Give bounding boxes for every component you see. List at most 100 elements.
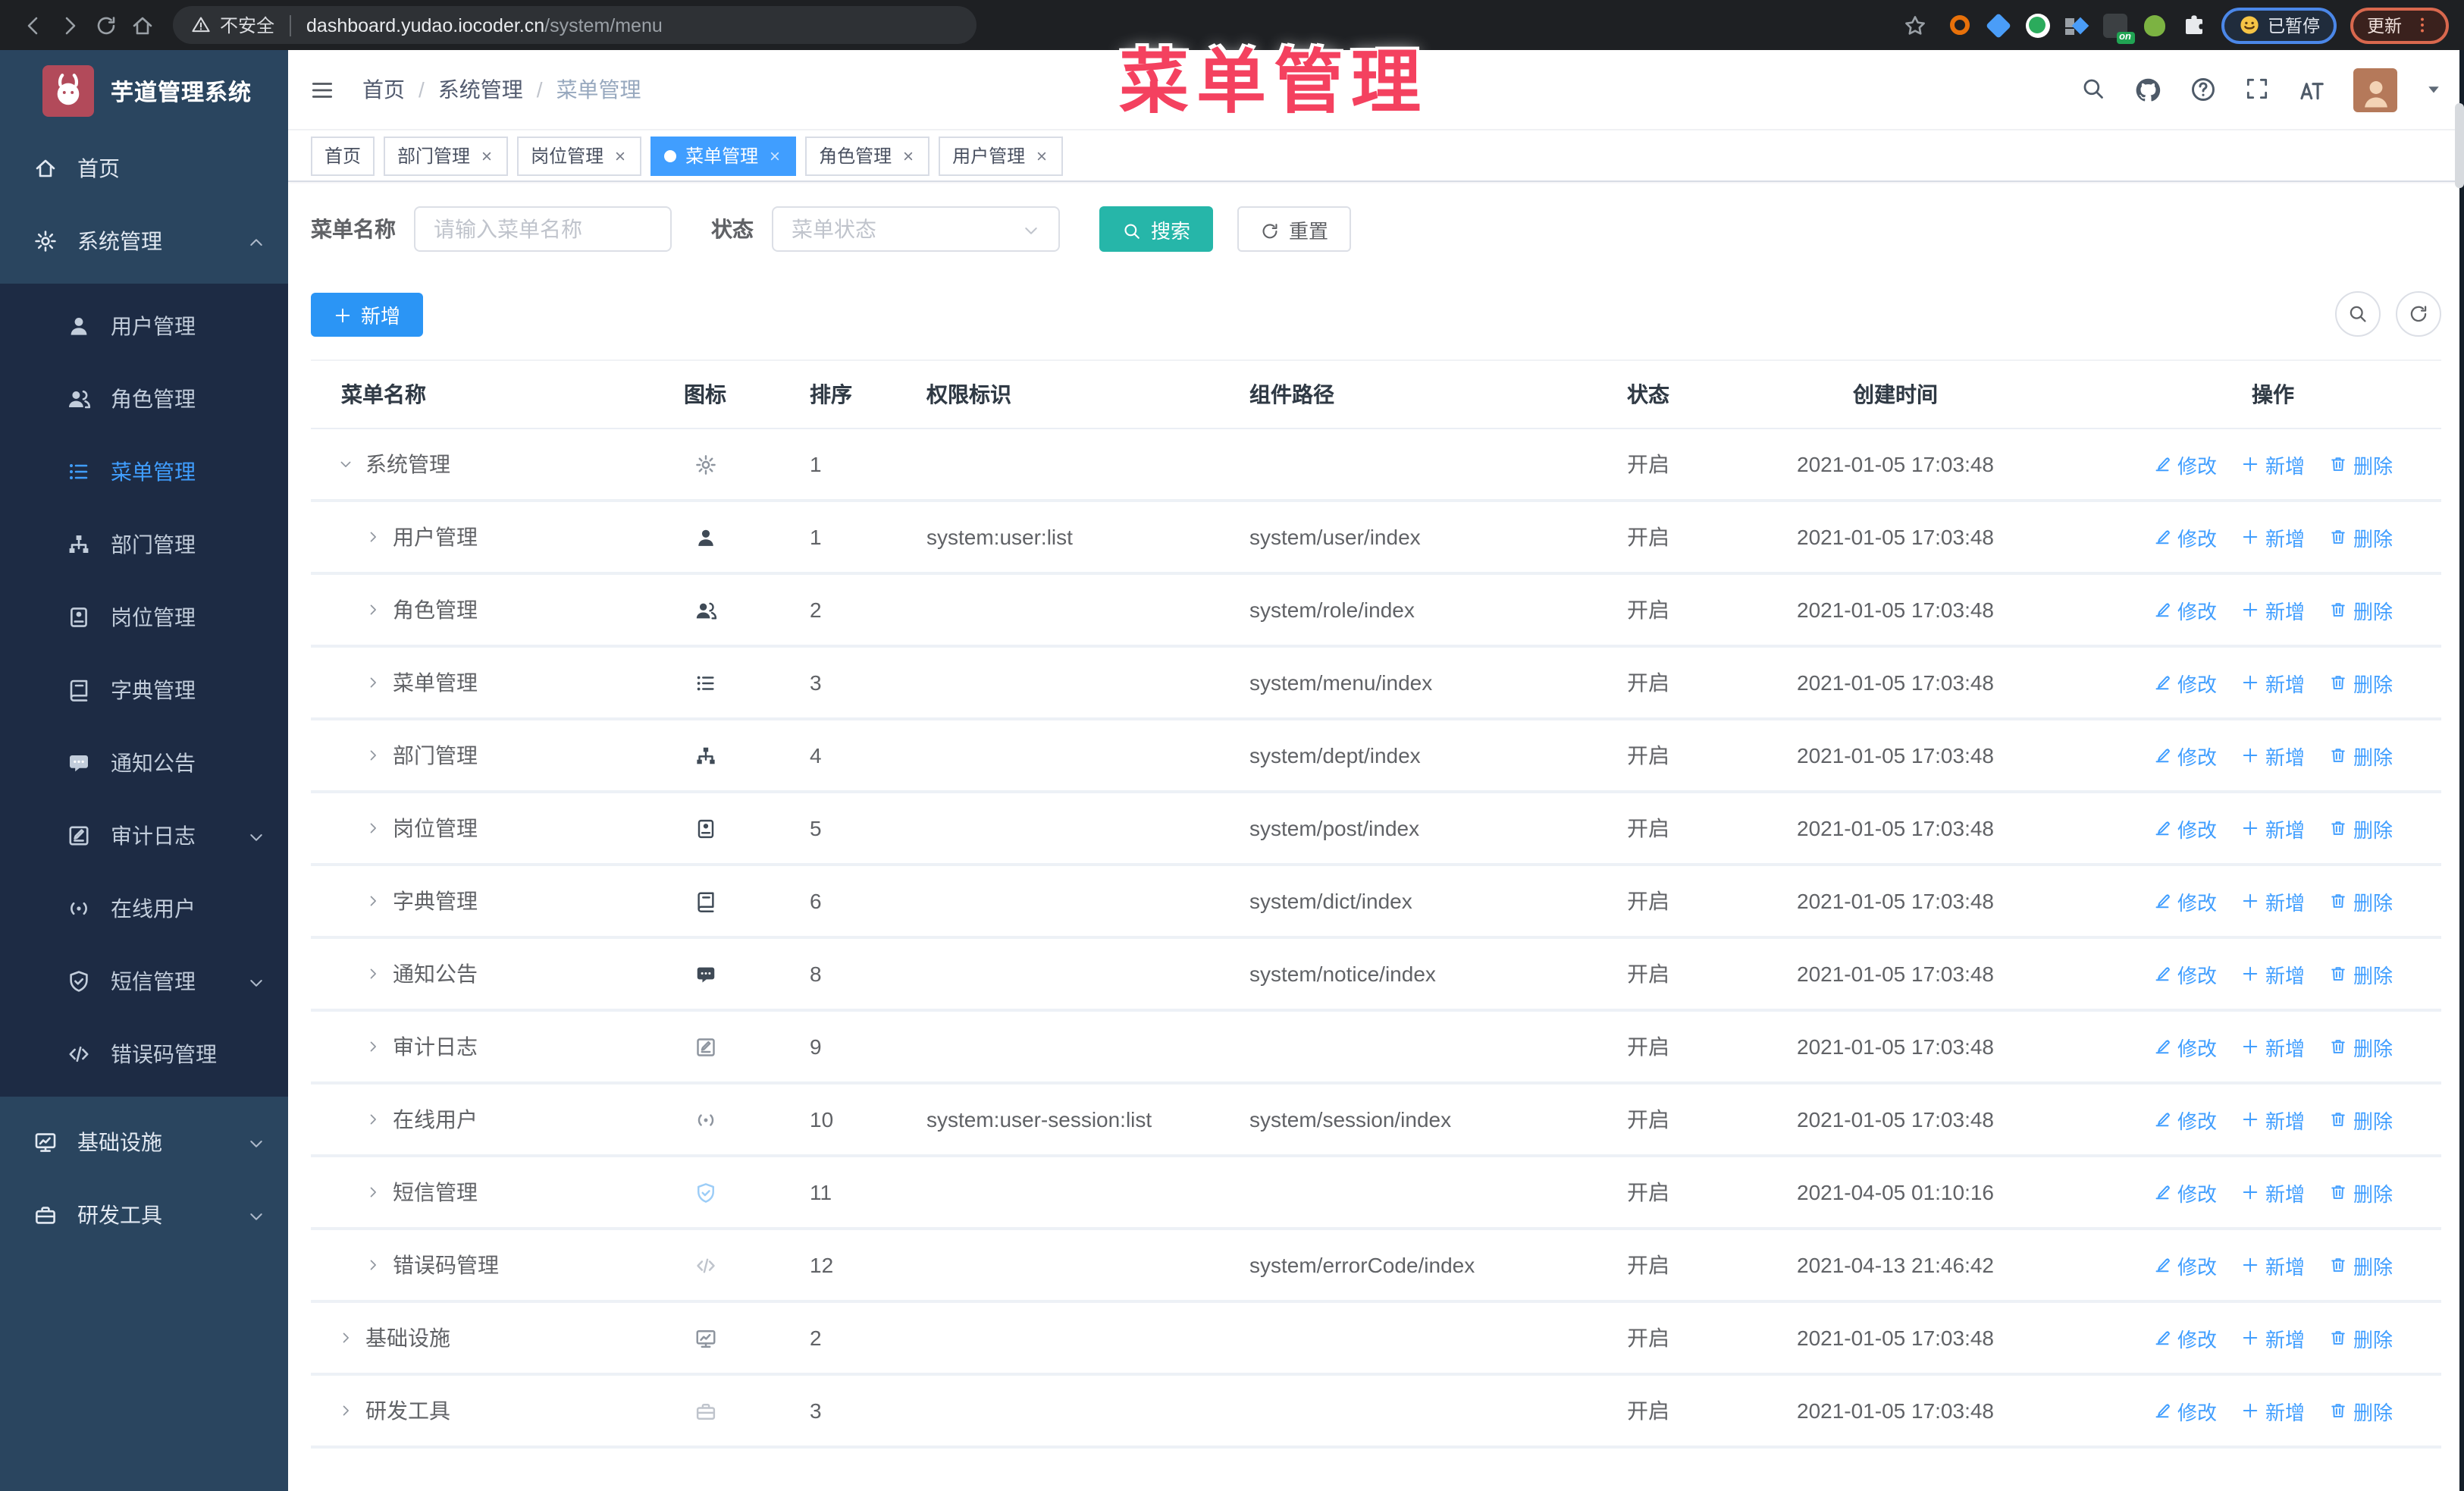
expand-toggle[interactable] [338,457,353,472]
collapse-sidebar-icon[interactable] [309,77,335,102]
extension-bug-icon[interactable] [2142,12,2168,38]
row-delete-link[interactable]: 删除 [2329,595,2393,624]
row-add-link[interactable]: 新增 [2241,450,2305,479]
user-avatar[interactable] [2353,67,2397,111]
close-tab-icon[interactable] [901,148,916,163]
expand-toggle[interactable] [365,1185,381,1200]
close-tab-icon[interactable] [479,148,494,163]
row-delete-link[interactable]: 删除 [2329,887,2393,915]
row-delete-link[interactable]: 删除 [2329,1178,2393,1207]
refresh-table-button[interactable] [2396,291,2441,337]
row-edit-link[interactable]: 修改 [2153,523,2217,551]
row-edit-link[interactable]: 修改 [2153,668,2217,697]
row-add-link[interactable]: 新增 [2241,595,2305,624]
extension-green-check-icon[interactable] [2025,13,2049,37]
expand-toggle[interactable] [365,675,381,690]
row-edit-link[interactable]: 修改 [2153,1032,2217,1061]
github-icon[interactable] [2133,75,2162,104]
expand-toggle[interactable] [365,1039,381,1054]
sidebar-item-menu[interactable]: 菜单管理 [0,435,288,508]
reset-button[interactable]: 重置 [1237,206,1352,252]
tab-item-3[interactable]: 菜单管理 [650,136,797,175]
row-delete-link[interactable]: 删除 [2329,450,2393,479]
sidebar-item-log[interactable]: 审计日志 [0,799,288,872]
expand-toggle[interactable] [365,1112,381,1127]
close-tab-icon[interactable] [767,148,782,163]
scrollbar-thumb[interactable] [2455,103,2464,188]
sidebar-item-home[interactable]: 首页 [0,132,288,205]
row-edit-link[interactable]: 修改 [2153,1323,2217,1352]
status-select[interactable]: 菜单状态 [772,206,1060,252]
row-edit-link[interactable]: 修改 [2153,959,2217,988]
row-delete-link[interactable]: 删除 [2329,1323,2393,1352]
breadcrumb-item[interactable]: 首页 [362,74,405,105]
sidebar-item-toolbox[interactable]: 研发工具 [0,1179,288,1251]
row-delete-link[interactable]: 删除 [2329,959,2393,988]
extension-squares-icon[interactable] [2063,12,2089,38]
row-delete-link[interactable]: 删除 [2329,814,2393,843]
row-delete-link[interactable]: 删除 [2329,1251,2393,1279]
tab-item-1[interactable]: 部门管理 [384,136,509,175]
row-edit-link[interactable]: 修改 [2153,1396,2217,1425]
address-bar[interactable]: 不安全 dashboard.yudao.iocoder.cn/system/me… [173,6,977,44]
browser-back-button[interactable] [21,13,45,37]
sidebar-item-user[interactable]: 用户管理 [0,290,288,363]
sidebar-item-code[interactable]: 错误码管理 [0,1018,288,1091]
help-icon[interactable] [2190,76,2217,103]
row-delete-link[interactable]: 删除 [2329,668,2393,697]
row-add-link[interactable]: 新增 [2241,959,2305,988]
tab-item-5[interactable]: 用户管理 [939,136,1064,175]
extension-donut-icon[interactable] [1946,12,1972,38]
row-add-link[interactable]: 新增 [2241,1032,2305,1061]
extension-gem-icon[interactable] [1986,12,2011,38]
row-edit-link[interactable]: 修改 [2153,595,2217,624]
row-delete-link[interactable]: 删除 [2329,741,2393,770]
row-add-link[interactable]: 新增 [2241,1396,2305,1425]
close-tab-icon[interactable] [1034,148,1049,163]
expand-toggle[interactable] [338,1330,353,1345]
toggle-search-button[interactable] [2335,291,2381,337]
bookmark-star-icon[interactable] [1902,13,1926,37]
row-add-link[interactable]: 新增 [2241,523,2305,551]
browser-update-button[interactable]: 更新 [2350,7,2449,43]
expand-toggle[interactable] [338,1403,353,1418]
breadcrumb-item[interactable]: 系统管理 [438,74,523,105]
sidebar-item-shield[interactable]: 短信管理 [0,945,288,1018]
row-delete-link[interactable]: 删除 [2329,1032,2393,1061]
row-edit-link[interactable]: 修改 [2153,1105,2217,1134]
sidebar-item-gear[interactable]: 系统管理 [0,205,288,278]
browser-home-button[interactable] [130,13,155,37]
sidebar-item-online[interactable]: 在线用户 [0,872,288,945]
sidebar-item-monitor[interactable]: 基础设施 [0,1106,288,1179]
row-add-link[interactable]: 新增 [2241,887,2305,915]
close-tab-icon[interactable] [613,148,628,163]
sidebar-item-book[interactable]: 字典管理 [0,654,288,727]
browser-reload-button[interactable] [94,13,118,37]
sidebar-item-users[interactable]: 角色管理 [0,363,288,435]
user-menu-caret-icon[interactable] [2425,76,2443,103]
search-icon[interactable] [2080,76,2106,103]
row-add-link[interactable]: 新增 [2241,1323,2305,1352]
row-add-link[interactable]: 新增 [2241,1251,2305,1279]
add-button[interactable]: 新增 [311,292,424,336]
expand-toggle[interactable] [365,529,381,545]
tab-item-2[interactable]: 岗位管理 [517,136,642,175]
row-add-link[interactable]: 新增 [2241,1105,2305,1134]
row-add-link[interactable]: 新增 [2241,1178,2305,1207]
row-delete-link[interactable]: 删除 [2329,523,2393,551]
tab-home[interactable]: 首页 [311,136,375,175]
expand-toggle[interactable] [365,748,381,763]
extensions-puzzle-icon[interactable] [2181,12,2207,38]
tab-item-4[interactable]: 角色管理 [805,136,930,175]
browser-forward-button[interactable] [58,13,82,37]
row-add-link[interactable]: 新增 [2241,814,2305,843]
row-delete-link[interactable]: 删除 [2329,1105,2393,1134]
expand-toggle[interactable] [365,602,381,617]
expand-toggle[interactable] [365,893,381,909]
sidebar-item-megaphone[interactable]: 通知公告 [0,727,288,799]
menu-name-input[interactable] [414,206,672,252]
profile-paused-badge[interactable]: 已暂停 [2221,7,2337,43]
app-logo-row[interactable]: 芋道管理系统 [0,50,288,132]
row-edit-link[interactable]: 修改 [2153,741,2217,770]
extension-dark-icon[interactable]: on [2102,12,2134,44]
